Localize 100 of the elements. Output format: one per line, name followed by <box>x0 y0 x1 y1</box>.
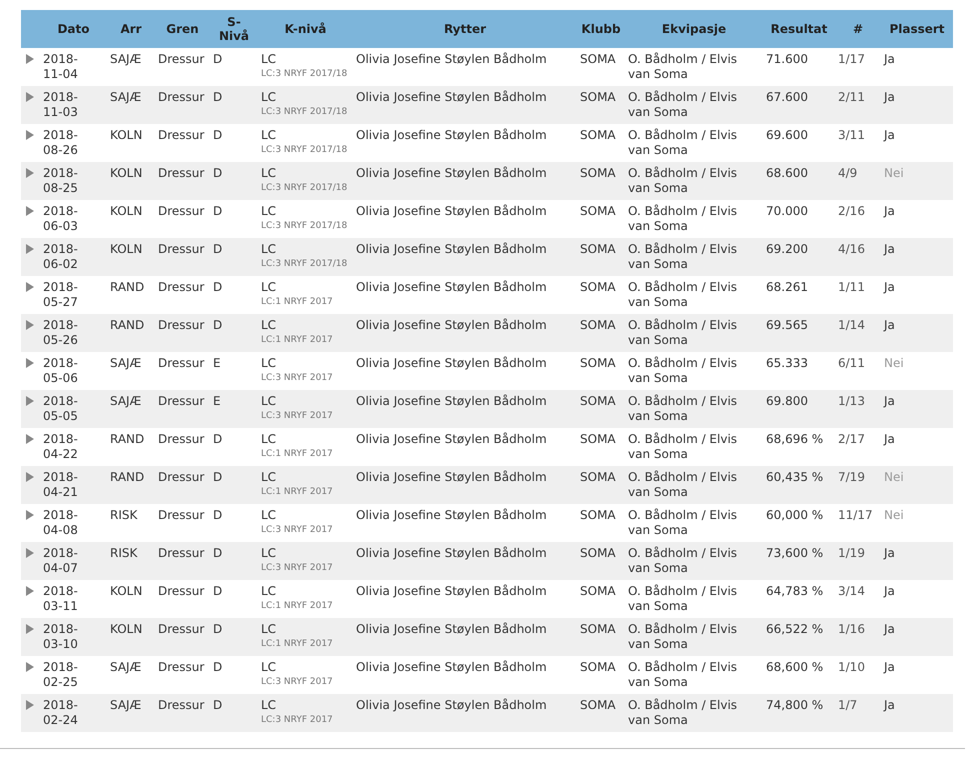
table-cell: Ja <box>884 660 895 674</box>
level-detail: LC:3 NRYF 2017 <box>261 372 333 385</box>
table-cell: 60,435 % <box>766 470 824 484</box>
table-cell: SAJÆ <box>110 660 142 674</box>
table-cell: O. Bådholm / Elvis van Soma <box>628 242 738 271</box>
table-cell: O. Bådholm / Elvis van Soma <box>628 90 738 119</box>
table-cell: D <box>213 204 222 218</box>
level-detail: LC:1 NRYF 2017 <box>261 600 333 613</box>
table-cell: SOMA <box>580 356 616 370</box>
table-cell: 73,600 % <box>766 546 824 560</box>
column-header: Klubb <box>581 22 621 36</box>
table-cell: 2018- 03-10 <box>43 622 78 652</box>
table-cell: 68,696 % <box>766 432 824 446</box>
table-cell: RAND <box>110 280 144 294</box>
table-cell: Olivia Josefine Støylen Bådholm <box>356 584 547 598</box>
table-cell: 2/16 <box>838 204 865 218</box>
level-detail: LC:3 NRYF 2017 <box>261 562 333 575</box>
table-cell: KOLN <box>110 584 142 598</box>
expand-arrow-icon[interactable] <box>26 320 34 330</box>
table-cell: Ja <box>884 546 895 560</box>
table-cell: Dressur <box>158 204 204 218</box>
expand-arrow-icon[interactable] <box>26 282 34 292</box>
table-cell: SAJÆ <box>110 356 142 370</box>
table-cell: Dressur <box>158 90 204 104</box>
table-cell: Olivia Josefine Støylen Bådholm <box>356 242 547 256</box>
level-detail: LC:1 NRYF 2017 <box>261 448 333 461</box>
table-cell: O. Bådholm / Elvis van Soma <box>628 698 738 727</box>
table-cell: E <box>213 394 221 408</box>
table-cell: LC <box>261 660 276 675</box>
table-cell: D <box>213 508 222 522</box>
expand-arrow-icon[interactable] <box>26 92 34 102</box>
table-cell: 69.800 <box>766 394 808 408</box>
table-cell: 68.600 <box>766 166 808 180</box>
expand-arrow-icon[interactable] <box>26 54 34 64</box>
column-header: K-nivå <box>284 22 326 36</box>
table-cell: SOMA <box>580 508 616 522</box>
table-cell: Nei <box>884 356 904 370</box>
table-cell: Olivia Josefine Støylen Bådholm <box>356 622 547 636</box>
expand-arrow-icon[interactable] <box>26 244 34 254</box>
table-cell: LC <box>261 166 276 181</box>
table-cell: Dressur <box>158 622 204 636</box>
expand-arrow-icon[interactable] <box>26 624 34 634</box>
table-cell: SOMA <box>580 470 616 484</box>
table-cell: 69.565 <box>766 318 808 332</box>
table-cell: LC <box>261 508 276 523</box>
table-cell: Ja <box>884 90 895 104</box>
column-header: # <box>852 22 864 36</box>
expand-arrow-icon[interactable] <box>26 168 34 178</box>
table-cell: Dressur <box>158 166 204 180</box>
table-cell: LC <box>261 470 276 485</box>
table-cell: SOMA <box>580 166 616 180</box>
level-detail: LC:1 NRYF 2017 <box>261 334 333 347</box>
table-cell: Olivia Josefine Støylen Bådholm <box>356 166 547 180</box>
column-header: Rytter <box>444 22 486 36</box>
table-cell: O. Bådholm / Elvis van Soma <box>628 128 738 157</box>
table-cell: 60,000 % <box>766 508 824 522</box>
table-cell: O. Bådholm / Elvis van Soma <box>628 52 738 81</box>
table-cell: SOMA <box>580 622 616 636</box>
expand-arrow-icon[interactable] <box>26 472 34 482</box>
table-cell: Dressur <box>158 318 204 332</box>
table-cell: RISK <box>110 508 138 522</box>
table-cell: D <box>213 128 222 142</box>
table-cell: SAJÆ <box>110 394 142 408</box>
expand-arrow-icon[interactable] <box>26 396 34 406</box>
expand-arrow-icon[interactable] <box>26 206 34 216</box>
expand-arrow-icon[interactable] <box>26 662 34 672</box>
level-detail: LC:3 NRYF 2017/18 <box>261 182 348 195</box>
table-cell: Olivia Josefine Støylen Bådholm <box>356 698 547 712</box>
expand-arrow-icon[interactable] <box>26 510 34 520</box>
table-cell: D <box>213 280 222 294</box>
column-header: Plassert <box>889 22 945 36</box>
table-cell: D <box>213 660 222 674</box>
table-cell: Olivia Josefine Støylen Bådholm <box>356 280 547 294</box>
expand-arrow-icon[interactable] <box>26 548 34 558</box>
table-cell: Olivia Josefine Støylen Bådholm <box>356 660 547 674</box>
table-cell: Dressur <box>158 128 204 142</box>
table-cell: O. Bådholm / Elvis van Soma <box>628 660 738 689</box>
table-cell: SOMA <box>580 318 616 332</box>
table-cell: KOLN <box>110 204 142 218</box>
table-cell: LC <box>261 622 276 637</box>
table-cell: LC <box>261 356 276 371</box>
expand-arrow-icon[interactable] <box>26 434 34 444</box>
table-cell: SOMA <box>580 128 616 142</box>
table-cell: Dressur <box>158 508 204 522</box>
expand-arrow-icon[interactable] <box>26 700 34 710</box>
table-cell: RAND <box>110 432 144 446</box>
expand-arrow-icon[interactable] <box>26 130 34 140</box>
table-cell: SOMA <box>580 660 616 674</box>
expand-arrow-icon[interactable] <box>26 586 34 596</box>
table-cell: O. Bådholm / Elvis van Soma <box>628 432 738 461</box>
table-cell: LC <box>261 432 276 447</box>
table-cell: SAJÆ <box>110 90 142 104</box>
column-header: Ekvipasje <box>662 22 726 36</box>
table-cell: O. Bådholm / Elvis van Soma <box>628 508 738 537</box>
table-cell: RISK <box>110 546 138 560</box>
expand-arrow-icon[interactable] <box>26 358 34 368</box>
table-cell: 74,800 % <box>766 698 824 712</box>
table-cell: O. Bådholm / Elvis van Soma <box>628 166 738 195</box>
table-cell: 7/19 <box>838 470 865 484</box>
table-cell: LC <box>261 242 276 257</box>
